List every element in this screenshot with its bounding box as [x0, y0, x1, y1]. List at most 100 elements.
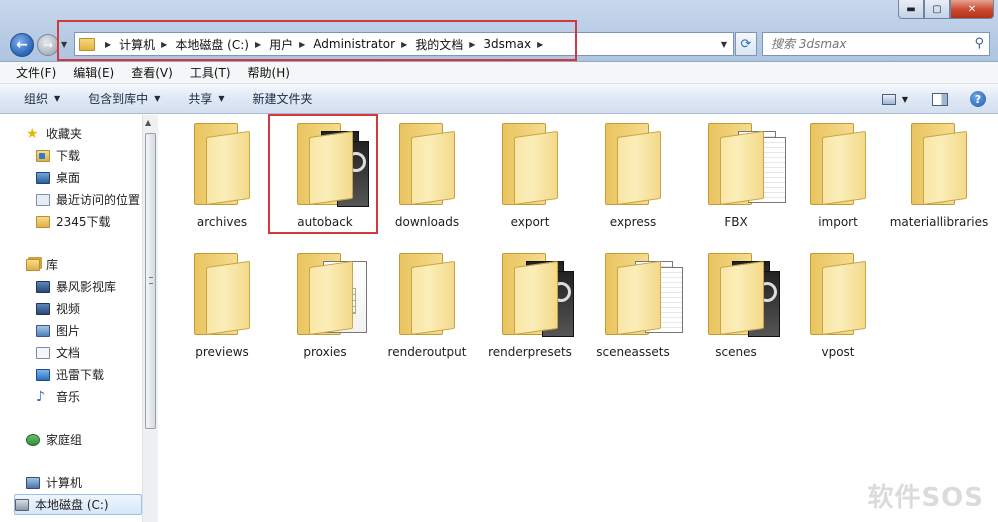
sidebar-item-label: 音乐 — [56, 390, 81, 404]
breadcrumb-item[interactable]: 用户 — [269, 36, 293, 53]
sidebar-item[interactable]: 暴风影视库 — [36, 276, 116, 297]
breadcrumb-separator-icon[interactable]: ▶ — [469, 40, 475, 49]
breadcrumb-item[interactable]: 计算机 — [119, 36, 155, 53]
folder-item[interactable]: FBX — [686, 115, 786, 237]
refresh-button[interactable]: ⟳ — [735, 32, 757, 56]
folder-name: autoback — [297, 215, 353, 229]
folder-name: sceneassets — [596, 345, 670, 359]
folder-icon — [194, 123, 250, 205]
maximize-button[interactable]: ▢ — [924, 0, 950, 19]
sidebar-item-label: 下载 — [56, 149, 81, 163]
sidebar-item-label: 2345下载 — [56, 215, 111, 229]
sidebar-item[interactable]: 下载 — [36, 145, 80, 166]
breadcrumb-separator-icon[interactable]: ▶ — [537, 40, 543, 49]
breadcrumb-separator-icon[interactable]: ▶ — [161, 40, 167, 49]
folder-front-icon — [720, 130, 764, 205]
minimize-button[interactable]: ▬ — [898, 0, 924, 19]
sidebar-item[interactable]: 视频 — [36, 298, 80, 319]
sidebar-item[interactable]: ♪ 音乐 — [36, 386, 80, 407]
forward-button[interactable]: → — [37, 34, 59, 56]
scroll-up-icon[interactable]: ▲ — [145, 118, 151, 127]
sidebar-item[interactable]: 家庭组 — [26, 429, 82, 450]
breadcrumb-item[interactable]: 我的文档 — [415, 36, 463, 53]
recent-places-icon — [36, 193, 50, 206]
command-button[interactable]: 新建文件夹 — [253, 90, 313, 107]
folder-name: previews — [195, 345, 249, 359]
folder-front-icon — [822, 130, 866, 205]
scroll-thumb[interactable] — [145, 133, 156, 429]
sidebar-item[interactable]: 最近访问的位置 — [36, 189, 140, 210]
folder-item[interactable]: downloads — [377, 115, 477, 237]
address-history-dropdown[interactable]: ▼ — [721, 40, 727, 49]
menu-item[interactable]: 帮助(H) — [248, 64, 290, 81]
sidebar-item[interactable]: 文档 — [36, 342, 80, 363]
folder-name: vpost — [821, 345, 855, 359]
folder-item[interactable]: PSS renderpresets — [480, 245, 580, 367]
menu-item[interactable]: 编辑(E) — [73, 64, 114, 81]
download-folder-icon — [36, 368, 50, 381]
folder-item[interactable]: export — [480, 115, 580, 237]
breadcrumb-item[interactable]: 本地磁盘 (C:) — [175, 36, 249, 53]
menu-bar: 文件(F) 编辑(E) 查看(V) 工具(T) 帮助(H) — [0, 62, 998, 84]
folder-item[interactable]: sceneassets — [583, 245, 683, 367]
navigation-scrollbar[interactable]: ▲ — [142, 115, 158, 522]
change-view-icon[interactable] — [881, 93, 896, 105]
downloads-folder-icon — [36, 149, 50, 162]
view-controls: ▼ ? — [881, 84, 998, 114]
folder-item[interactable]: previews — [172, 245, 272, 367]
folder-item[interactable]: Xproxies — [275, 245, 375, 367]
folder-item[interactable]: materiallibraries — [889, 115, 989, 237]
menu-item[interactable]: 查看(V) — [131, 64, 173, 81]
sidebar-item[interactable]: 计算机 — [26, 472, 82, 493]
sidebar-item[interactable]: 图片 — [36, 320, 80, 341]
search-input[interactable] — [771, 37, 961, 51]
sidebar-item[interactable]: ★ 收藏夹 — [26, 123, 82, 144]
breadcrumb-separator-icon[interactable]: ▶ — [401, 40, 407, 49]
sidebar-item[interactable]: 本地磁盘 (C:) — [14, 494, 142, 515]
sidebar-item[interactable]: 桌面 — [36, 167, 80, 188]
command-button[interactable]: 组织 ▼ — [24, 90, 60, 107]
view-options-dropdown[interactable]: ▼ — [902, 95, 908, 104]
sidebar-item-label: 文档 — [56, 346, 81, 360]
menu-item[interactable]: 文件(F) — [16, 64, 56, 81]
sidebar-item[interactable]: 2345下载 — [36, 211, 111, 232]
maximize-icon: ▢ — [932, 3, 942, 15]
preview-pane-icon[interactable] — [932, 92, 948, 106]
folder-item[interactable]: AXX autoback — [275, 115, 375, 237]
breadcrumb-separator-icon[interactable]: ▶ — [299, 40, 305, 49]
folder-name: import — [818, 215, 858, 229]
navigation-pane: ★ 收藏夹下载桌面 最近访问的位置 2345下载库暴风影视库视频 图片文档迅雷下载 ♪ 音乐… — [0, 115, 158, 522]
back-button[interactable]: ← — [10, 33, 34, 57]
folder-item[interactable]: renderoutput — [377, 245, 477, 367]
breadcrumb-separator-icon[interactable]: ▶ — [255, 40, 261, 49]
computer-icon — [26, 476, 40, 489]
folder-item[interactable]: import — [788, 115, 888, 237]
folder-front-icon — [923, 130, 967, 205]
recent-pages-dropdown[interactable]: ▼ — [61, 40, 67, 49]
video-library-icon — [36, 280, 50, 293]
search-box[interactable]: ⚲ — [762, 32, 990, 56]
sidebar-item-label: 暴风影视库 — [56, 280, 117, 294]
folder-item[interactable]: express — [583, 115, 683, 237]
folder-item[interactable]: vpost — [788, 245, 888, 367]
command-button[interactable]: 包含到库中 ▼ — [88, 90, 160, 107]
address-bar[interactable]: ▶ 计算机 ▶ 本地磁盘 (C:) ▶ 用户 ▶ Administrator ▶ 我的文档 ▶ 3d… — [74, 32, 734, 56]
folder-name: proxies — [303, 345, 347, 359]
breadcrumb-item[interactable]: Administrator — [313, 37, 395, 51]
folder-item[interactable]: AXX scenes — [686, 245, 786, 367]
close-button[interactable]: ✕ — [950, 0, 994, 19]
folder-item[interactable]: archives — [172, 115, 272, 237]
sidebar-item[interactable]: 库 — [26, 254, 58, 275]
folder-name: renderoutput — [387, 345, 467, 359]
folder-icon — [399, 123, 455, 205]
sidebar-item[interactable]: 迅雷下载 — [36, 364, 104, 385]
folder-front-icon — [411, 260, 455, 335]
search-icon[interactable]: ⚲ — [974, 36, 984, 51]
breadcrumb-separator-icon[interactable]: ▶ — [105, 40, 111, 49]
breadcrumb-item[interactable]: 3dsmax — [483, 37, 531, 51]
folder-front-icon — [309, 130, 353, 205]
command-button[interactable]: 共享 ▼ — [188, 90, 224, 107]
folder-name: materiallibraries — [889, 215, 989, 229]
menu-item[interactable]: 工具(T) — [190, 64, 231, 81]
help-icon[interactable]: ? — [970, 91, 986, 107]
